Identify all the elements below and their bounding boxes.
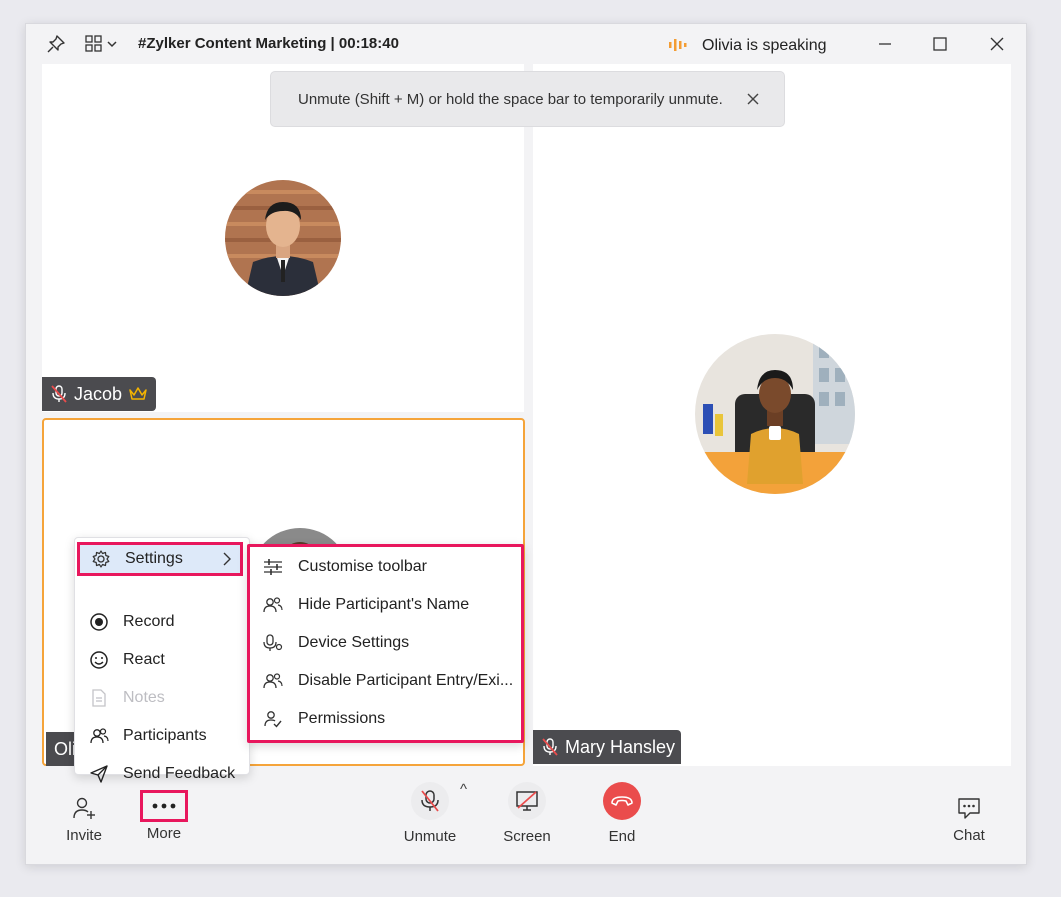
invite-button[interactable]: Invite (56, 789, 112, 844)
menu-item-label: Settings (125, 550, 183, 567)
mic-settings-icon (263, 634, 283, 651)
screen-share-button[interactable]: Screen (492, 782, 562, 845)
menu-item-participants[interactable]: Participants (75, 718, 249, 754)
maximize-icon[interactable] (926, 32, 954, 56)
submenu-item-customise-toolbar[interactable]: Customise toolbar (250, 549, 521, 585)
minimize-icon[interactable] (871, 32, 899, 56)
meeting-title: #Zylker Content Marketing | 00:18:40 (138, 35, 399, 52)
speaking-indicator-icon (669, 39, 687, 51)
submenu-item-device-settings[interactable]: Device Settings (250, 625, 521, 661)
end-call-button[interactable]: End (587, 782, 657, 845)
end-label: End (608, 828, 636, 845)
meeting-window: #Zylker Content Marketing | 00:18:40 Oli… (25, 23, 1027, 865)
mic-muted-icon (542, 738, 558, 756)
unmute-hint-toast: Unmute (Shift + M) or hold the space bar… (270, 71, 785, 127)
invite-label: Invite (66, 827, 102, 844)
gear-icon (92, 550, 110, 568)
pin-icon[interactable] (46, 34, 66, 54)
send-icon (90, 765, 108, 783)
menu-item-label: React (123, 651, 165, 668)
more-label: More (146, 825, 182, 842)
sliders-icon (264, 559, 282, 575)
settings-submenu: Customise toolbar Hide Participant's Nam… (247, 544, 524, 743)
speaking-status: Olivia is speaking (702, 37, 827, 54)
audio-options-caret-icon[interactable]: ^ (460, 781, 467, 798)
chat-label: Chat (953, 827, 985, 844)
close-icon[interactable] (983, 32, 1011, 56)
screen-share-off-icon (516, 791, 538, 811)
menu-item-react[interactable]: React (75, 642, 249, 678)
participant-name: Jacob (74, 383, 123, 404)
menu-item-label: Send Feedback (123, 765, 236, 782)
smiley-icon (90, 651, 108, 669)
toast-message: Unmute (Shift + M) or hold the space bar… (298, 90, 723, 108)
add-user-icon (73, 797, 95, 819)
avatar (225, 180, 341, 296)
participant-name: Mary Hansley (565, 736, 676, 757)
chevron-right-icon (223, 552, 231, 566)
unmute-label: Unmute (403, 828, 457, 845)
participant-name: Oli (54, 738, 76, 759)
more-button-highlight (140, 790, 188, 822)
participant-name-tag: Mary Hansley (533, 730, 681, 764)
participants-icon (90, 728, 109, 744)
people-icon (263, 597, 283, 613)
mic-muted-icon (421, 790, 439, 812)
user-check-icon (264, 711, 282, 728)
submenu-item-disable-participant-entry-exit[interactable]: Disable Participant Entry/Exi... (250, 663, 521, 699)
notes-icon (92, 689, 106, 707)
menu-item-notes: Notes (75, 680, 249, 716)
submenu-item-permissions[interactable]: Permissions (250, 701, 521, 737)
participant-name-tag: Jacob (42, 377, 156, 411)
hang-up-icon (611, 796, 633, 806)
submenu-item-label: Permissions (298, 710, 386, 727)
menu-item-record[interactable]: Record (75, 604, 249, 640)
submenu-item-label: Disable Participant Entry/Exi... (298, 672, 514, 689)
submenu-item-label: Device Settings (298, 634, 410, 651)
more-menu: Settings Record React Notes Participants… (74, 537, 250, 783)
title-bar: #Zylker Content Marketing | 00:18:40 Oli… (26, 24, 1026, 64)
people-icon (263, 673, 283, 689)
menu-item-label: Notes (123, 689, 165, 706)
mary-photo (695, 334, 855, 494)
jacob-photo (225, 180, 341, 296)
submenu-item-label: Customise toolbar (298, 558, 427, 575)
mic-muted-icon (51, 385, 67, 403)
crown-icon (129, 387, 147, 400)
unmute-button[interactable]: Unmute (395, 782, 465, 845)
menu-item-settings[interactable]: Settings (77, 542, 243, 576)
chat-icon (958, 798, 980, 819)
submenu-item-hide-participant-name[interactable]: Hide Participant's Name (250, 587, 521, 623)
menu-item-label: Record (123, 613, 175, 630)
close-icon[interactable] (746, 92, 760, 106)
more-dots-icon (152, 803, 176, 809)
chat-button[interactable]: Chat (939, 789, 999, 844)
participant-tile-mary[interactable]: Mary Hansley (533, 64, 1011, 766)
record-icon (90, 613, 108, 631)
screen-label: Screen (503, 828, 551, 845)
more-button[interactable]: More (136, 787, 192, 842)
avatar (695, 334, 855, 494)
submenu-item-label: Hide Participant's Name (298, 596, 470, 613)
menu-item-label: Participants (123, 727, 207, 744)
layout-grid-icon[interactable] (84, 34, 120, 54)
